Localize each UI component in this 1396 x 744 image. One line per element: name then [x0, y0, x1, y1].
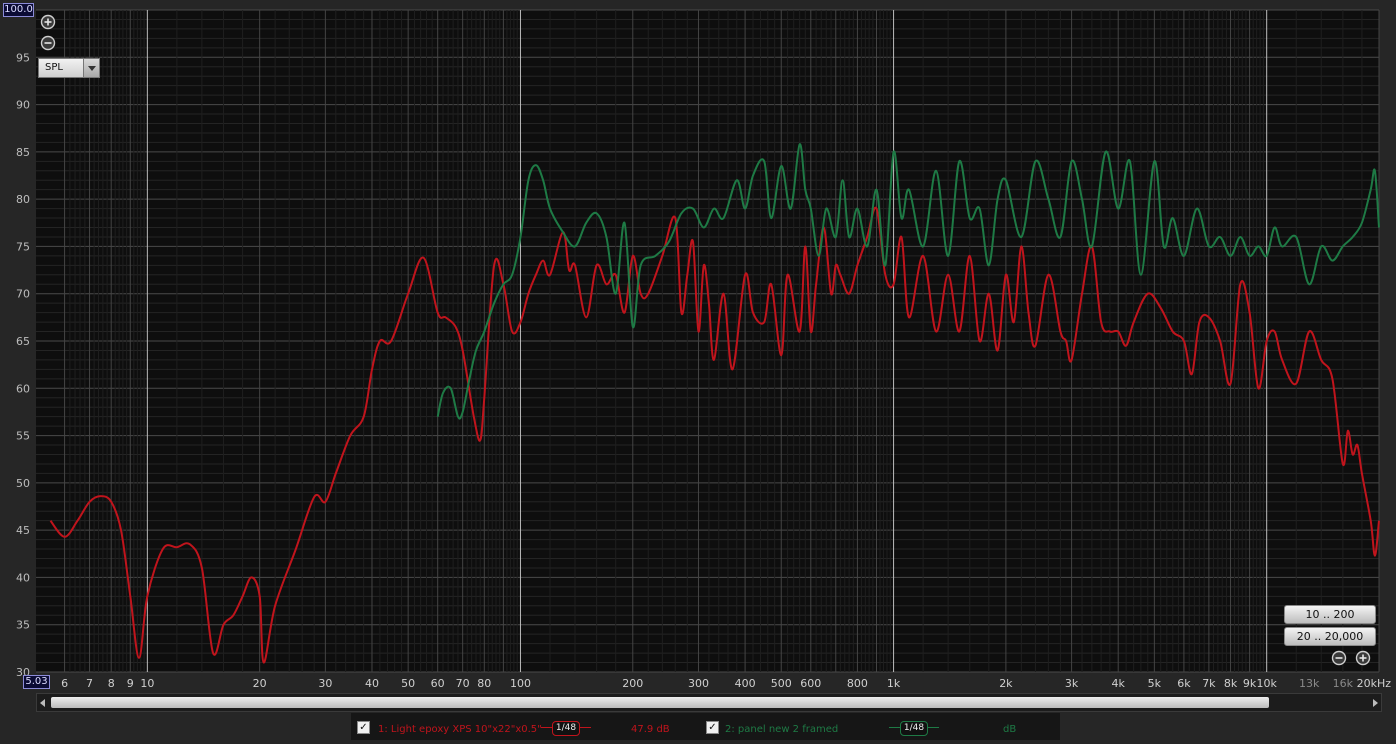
- x-tick-label: 9: [127, 677, 134, 690]
- x-tick-label: 1k: [887, 677, 901, 690]
- series-2-label[interactable]: 2: panel new 2 framed: [725, 724, 838, 735]
- x-tick-label: 80: [477, 677, 491, 690]
- y-tick-label: 40: [16, 571, 30, 584]
- x-tick-label: 300: [688, 677, 709, 690]
- x-axis-ticks: 6 7 8 9 10 20 30 40 50 60 70 80 100 200 300 400 500 600 80…: [61, 677, 1391, 690]
- x-tick-label: 40: [365, 677, 379, 690]
- y-max-field[interactable]: 100.0: [3, 3, 34, 17]
- horizontal-scrollbar[interactable]: [36, 693, 1382, 712]
- scroll-left-icon[interactable]: [40, 699, 45, 707]
- x-tick-label: 16k: [1333, 677, 1354, 690]
- x-tick-label: 200: [622, 677, 643, 690]
- graph-window: 30 35 40 45 50 55 60 65 70 75 80 85 90 95 6 7 8 9 10 20 30 4…: [0, 0, 1396, 744]
- x-tick-label: 6k: [1177, 677, 1191, 690]
- range-10-200-button[interactable]: 10 .. 200: [1284, 605, 1376, 624]
- x-tick-label: 6: [61, 677, 68, 690]
- series-1-checkbox[interactable]: ✓: [357, 721, 370, 734]
- scroll-right-icon[interactable]: [1373, 699, 1378, 707]
- x-tick-label: 30: [318, 677, 332, 690]
- x-tick-label: 9k: [1243, 677, 1257, 690]
- x-tick-label: 8k: [1224, 677, 1238, 690]
- x-tick-label: 600: [800, 677, 821, 690]
- x-tick-label: 10: [140, 677, 154, 690]
- x-tick-label: 400: [735, 677, 756, 690]
- x-tick-label: 10k: [1256, 677, 1277, 690]
- x-tick-label: 100: [510, 677, 531, 690]
- x-tick-label: 8: [108, 677, 115, 690]
- scrollbar-thumb[interactable]: [51, 697, 1269, 708]
- zoom-out-icon[interactable]: [40, 35, 56, 51]
- x-tick-label: 60: [431, 677, 445, 690]
- chevron-down-icon[interactable]: [83, 59, 99, 77]
- frequency-response-chart[interactable]: 30 35 40 45 50 55 60 65 70 75 80 85 90 95 6 7 8 9 10 20 30 4…: [0, 0, 1396, 690]
- series-2-value: dB: [1003, 724, 1017, 735]
- y-tick-label: 70: [16, 288, 30, 301]
- x-tick-label: 20kHz: [1357, 677, 1392, 690]
- y-axis-ticks: 3035404550556065707580859095: [16, 51, 30, 679]
- select-label: SPL: [45, 62, 63, 73]
- y-tick-label: 80: [16, 193, 30, 206]
- series-1-label[interactable]: 1: Light epoxy XPS 10"x22"x0.5": [378, 724, 542, 735]
- x-tick-label: 500: [771, 677, 792, 690]
- x-tick-label: 20: [253, 677, 267, 690]
- series-2-smoothing-button[interactable]: 1/48: [900, 721, 928, 736]
- x-tick-label: 3k: [1065, 677, 1079, 690]
- x-tick-label: 50: [401, 677, 415, 690]
- x-tick-label: 70: [456, 677, 470, 690]
- x-min-field[interactable]: 5.03: [23, 675, 50, 689]
- measurement-type-select[interactable]: SPL: [38, 58, 100, 78]
- y-tick-label: 55: [16, 430, 30, 443]
- y-tick-label: 75: [16, 240, 30, 253]
- y-tick-label: 85: [16, 146, 30, 159]
- legend-bar: ✓ 1: Light epoxy XPS 10"x22"x0.5" 1/48 4…: [351, 713, 1060, 740]
- x-tick-label: 2k: [999, 677, 1013, 690]
- series-1-smoothing-button[interactable]: 1/48: [552, 721, 580, 736]
- zoom-out-icon[interactable]: [1331, 650, 1347, 666]
- zoom-in-icon[interactable]: [1355, 650, 1371, 666]
- x-tick-label: 5k: [1148, 677, 1162, 690]
- series-1-value: 47.9 dB: [631, 724, 670, 735]
- y-tick-label: 65: [16, 335, 30, 348]
- x-tick-label: 13k: [1299, 677, 1320, 690]
- zoom-in-icon[interactable]: [40, 14, 56, 30]
- y-tick-label: 50: [16, 477, 30, 490]
- y-tick-label: 60: [16, 382, 30, 395]
- y-tick-label: 45: [16, 524, 30, 537]
- y-tick-label: 95: [16, 51, 30, 64]
- x-tick-label: 7: [86, 677, 93, 690]
- range-20-20000-button[interactable]: 20 .. 20,000: [1284, 627, 1376, 646]
- series-2-checkbox[interactable]: ✓: [706, 721, 719, 734]
- x-tick-label: 800: [847, 677, 868, 690]
- y-tick-label: 35: [16, 619, 30, 632]
- x-tick-label: 4k: [1112, 677, 1126, 690]
- x-tick-label: 7k: [1202, 677, 1216, 690]
- y-tick-label: 90: [16, 99, 30, 112]
